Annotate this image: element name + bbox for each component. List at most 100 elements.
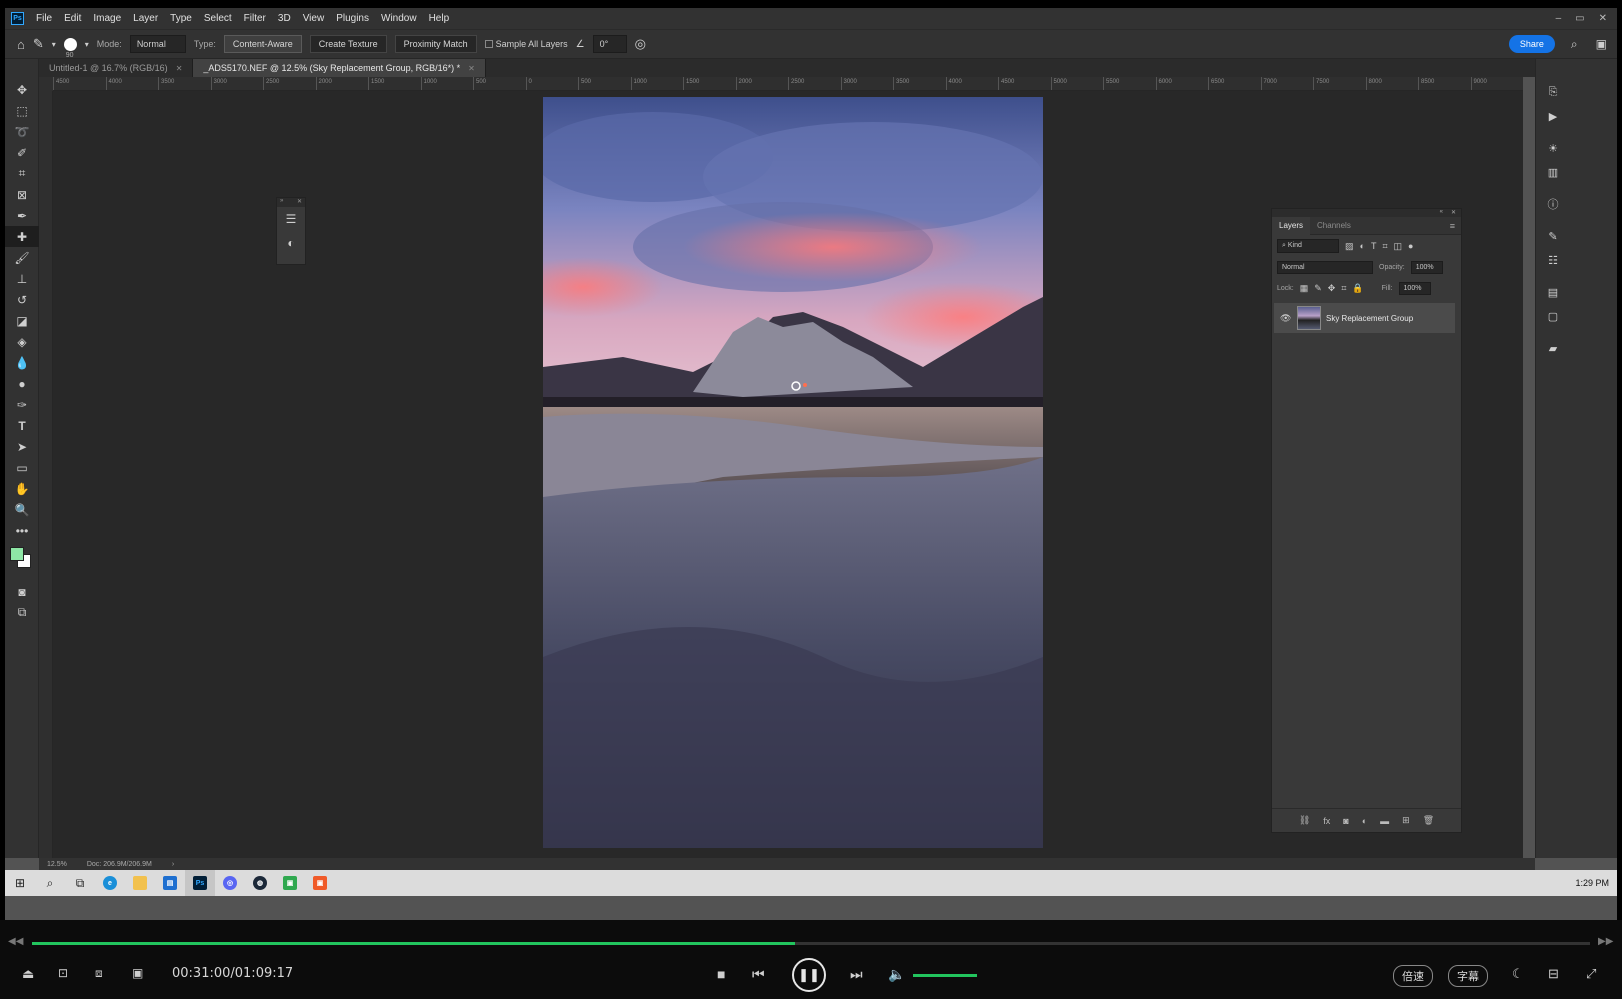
document-image[interactable] [543, 97, 1043, 848]
path-selection-tool-icon[interactable]: ➤ [5, 436, 39, 457]
fullscreen-icon[interactable]: ⤢ [1586, 966, 1596, 982]
paint-bucket-tool-icon[interactable]: ◈ [5, 331, 39, 352]
sample-all-layers-checkbox[interactable]: Sample All Layers [484, 39, 568, 49]
workspace-icon[interactable]: ▣ [1596, 37, 1607, 51]
menu-3d[interactable]: 3D [272, 8, 297, 29]
visibility-eye-icon[interactable]: 👁 [1280, 313, 1292, 324]
spot-healing-brush-tool-icon[interactable]: ✚ [5, 226, 39, 247]
notes-icon[interactable]: ▢ [1544, 307, 1562, 325]
orange-app-icon[interactable]: ▣ [305, 870, 335, 896]
brush-tool-icon[interactable]: 🖌 [5, 247, 39, 268]
edge-browser-icon[interactable]: e [95, 870, 125, 896]
lock-transparent-icon[interactable]: ▦ [1300, 283, 1309, 294]
histogram-icon[interactable]: ▥ [1544, 163, 1562, 181]
menu-file[interactable]: File [30, 8, 58, 29]
brightness-icon[interactable]: ☀ [1544, 139, 1562, 157]
rectangle-tool-icon[interactable]: ▭ [5, 457, 39, 478]
settings-icon[interactable]: ☾ [1512, 966, 1524, 982]
eyedropper-tool-icon[interactable]: ✒ [5, 205, 39, 226]
new-group-icon[interactable]: ▬ [1380, 816, 1389, 826]
clone-stamp-tool-icon[interactable]: ⊥ [5, 268, 39, 289]
mode-select[interactable]: Normal [129, 35, 186, 53]
layer-name[interactable]: Sky Replacement Group [1326, 314, 1413, 323]
menu-plugins[interactable]: Plugins [330, 8, 375, 29]
add-mask-icon[interactable]: ◙ [1343, 816, 1348, 826]
more-tools-icon[interactable]: ••• [5, 520, 39, 541]
smart-object-filter-icon[interactable]: ◫ [1394, 241, 1403, 252]
minimize-icon[interactable]: – [1556, 13, 1562, 24]
proximity-match-button[interactable]: Proximity Match [394, 35, 477, 53]
menu-view[interactable]: View [297, 8, 331, 29]
blur-tool-icon[interactable]: 💧 [5, 352, 39, 373]
menu-layer[interactable]: Layer [127, 8, 164, 29]
angle-input[interactable]: 0° [592, 35, 627, 53]
brush-preset-picker[interactable]: 90 [63, 37, 77, 59]
lock-artboard-icon[interactable]: ⌗ [1341, 283, 1346, 294]
foreground-color-swatch[interactable] [10, 547, 24, 561]
restore-icon[interactable]: ▭ [1575, 13, 1584, 24]
actions-play-icon[interactable]: ▶ [1544, 107, 1562, 125]
chevron-down-icon[interactable]: ▾ [52, 40, 56, 49]
panel-menu-icon[interactable]: ≡ [1450, 221, 1455, 231]
search-icon[interactable]: ⌕ [35, 870, 65, 896]
collapse-icon[interactable]: » [280, 198, 283, 207]
taskbar-clock[interactable]: 1:29 PM [1575, 878, 1609, 888]
playback-progress-bar[interactable] [32, 942, 1590, 945]
eraser-tool-icon[interactable]: ◪ [5, 310, 39, 331]
menu-edit[interactable]: Edit [58, 8, 87, 29]
adjustments-icon[interactable]: ◐ [277, 231, 305, 255]
lock-image-icon[interactable]: ✎ [1314, 283, 1322, 294]
previous-icon[interactable]: ⏮ [752, 966, 765, 983]
move-tool-icon[interactable]: ✥ [5, 79, 39, 100]
volume-icon[interactable]: 🔈 [888, 966, 905, 983]
layer-style-icon[interactable]: fx [1323, 816, 1330, 826]
close-icon[interactable]: ✕ [1451, 209, 1456, 217]
marquee-tool-icon[interactable]: ⬚ [5, 100, 39, 121]
libraries-icon[interactable]: ▤ [1544, 283, 1562, 301]
playlist-icon[interactable]: ⊡ [58, 966, 68, 980]
toolbox-icon[interactable]: ⊟ [1548, 966, 1559, 982]
close-icon[interactable]: ✕ [297, 198, 302, 207]
photoshop-taskbar-icon[interactable]: Ps [185, 870, 215, 896]
menu-window[interactable]: Window [375, 8, 423, 29]
menu-help[interactable]: Help [423, 8, 456, 29]
create-texture-button[interactable]: Create Texture [309, 35, 387, 53]
hand-tool-icon[interactable]: ✋ [5, 478, 39, 499]
stop-icon[interactable]: ■ [717, 966, 725, 982]
pause-button[interactable]: ❚❚ [792, 958, 826, 992]
danmaku-icon[interactable]: ▣ [132, 966, 143, 980]
chevron-down-icon[interactable]: ▾ [85, 40, 89, 49]
share-button[interactable]: Share [1508, 35, 1555, 53]
link-layers-icon[interactable]: ⛓ [1299, 815, 1310, 826]
rewind-icon[interactable]: ◀◀ [8, 936, 23, 947]
filter-kind-select[interactable]: ⌕ Kind [1277, 239, 1339, 253]
tab-ads5170[interactable]: _ADS5170.NEF @ 12.5% (Sky Replacement Gr… [193, 59, 486, 77]
delete-layer-icon[interactable]: 🗑 [1423, 815, 1434, 826]
canvas-area[interactable]: » ✕ ☰ ◐ « ✕ Layers Channels ≡ ⌕ Kind ▨ ◐… [53, 91, 1523, 858]
dodge-tool-icon[interactable]: ● [5, 373, 39, 394]
eject-icon[interactable]: ⏏ [22, 966, 34, 982]
chat-app-icon[interactable]: ◎ [215, 870, 245, 896]
layer-row[interactable]: 👁 Sky Replacement Group [1274, 303, 1455, 333]
pixel-filter-icon[interactable]: ▨ [1345, 241, 1354, 252]
brush-settings-icon[interactable]: ✎ [1544, 227, 1562, 245]
zoom-tool-icon[interactable]: 🔍 [5, 499, 39, 520]
next-icon[interactable]: ⏭ [850, 966, 863, 983]
collapse-icon[interactable]: « [1440, 209, 1443, 217]
spot-healing-brush-icon[interactable]: ✎ [33, 36, 44, 52]
plugins-icon[interactable]: ▰ [1544, 339, 1562, 357]
adjustments-sliders-icon[interactable]: ☷ [1544, 251, 1562, 269]
screen-mode-icon[interactable]: ⧉ [5, 602, 39, 623]
subtitle-button[interactable]: 字幕 [1448, 965, 1488, 987]
tab-layers[interactable]: Layers [1272, 216, 1311, 235]
properties-icon[interactable]: ☰ [277, 207, 305, 231]
new-adjustment-icon[interactable]: ◐ [1362, 816, 1367, 826]
playback-speed-button[interactable]: 倍速 [1393, 965, 1433, 987]
type-tool-icon[interactable]: T [5, 415, 39, 436]
history-brush-tool-icon[interactable]: ↺ [5, 289, 39, 310]
windows-start-icon[interactable]: ⊞ [5, 870, 35, 896]
frame-tool-icon[interactable]: ⊠ [5, 184, 39, 205]
store-icon[interactable]: ▤ [155, 870, 185, 896]
type-filter-icon[interactable]: T [1371, 241, 1377, 251]
adjustment-filter-icon[interactable]: ◐ [1360, 241, 1365, 251]
